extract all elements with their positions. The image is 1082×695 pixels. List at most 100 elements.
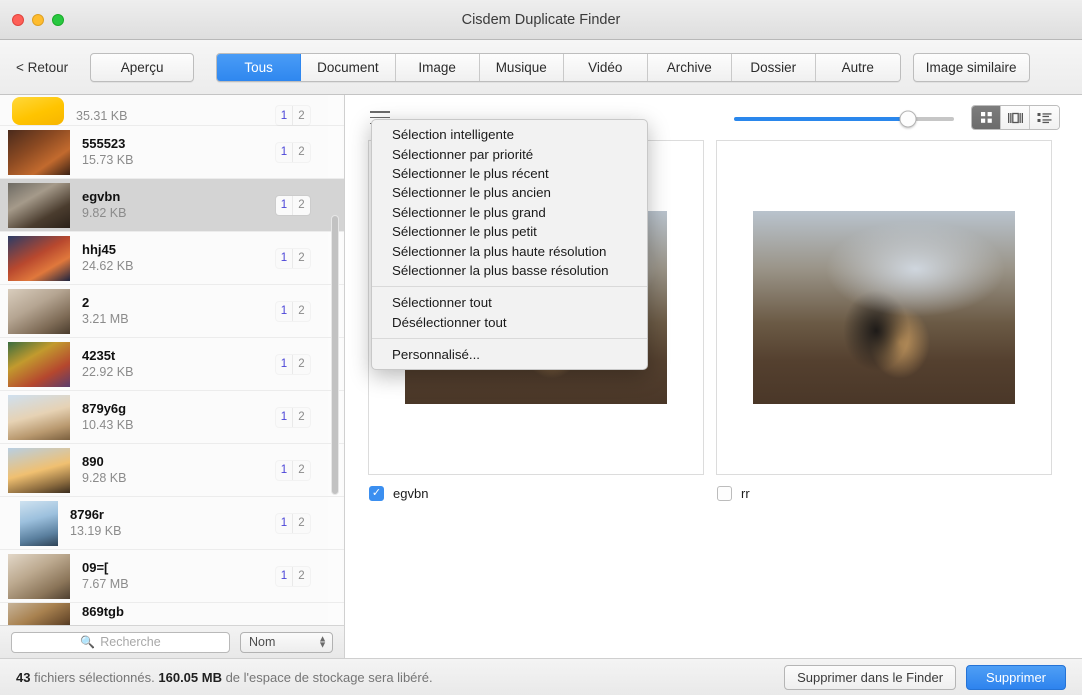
- delete-button[interactable]: Supprimer: [966, 664, 1066, 690]
- duplicate-count-badge[interactable]: 12: [276, 566, 310, 586]
- zoom-slider[interactable]: [734, 110, 954, 128]
- count-total[interactable]: 2: [293, 143, 310, 162]
- duplicate-count-badge[interactable]: 12: [276, 301, 310, 321]
- tab-document[interactable]: Document: [301, 53, 396, 81]
- menu-item[interactable]: Sélectionner le plus grand: [372, 203, 647, 222]
- slider-handle[interactable]: [899, 110, 917, 128]
- search-input[interactable]: 🔍 Recherche: [11, 631, 230, 653]
- tab-archive[interactable]: Archive: [647, 53, 732, 81]
- menu-item[interactable]: Sélectionner la plus basse résolution: [372, 261, 647, 280]
- menu-item[interactable]: Sélectionner le plus petit: [372, 222, 647, 241]
- similar-image-button[interactable]: Image similaire: [912, 52, 1030, 82]
- menu-item[interactable]: Sélectionner le plus ancien: [372, 183, 647, 202]
- file-list-item[interactable]: 2 3.21 MB 1 2: [0, 285, 344, 338]
- title-bar: Cisdem Duplicate Finder: [0, 0, 1082, 40]
- duplicate-count-badge[interactable]: 12: [276, 460, 310, 480]
- back-button[interactable]: < Retour: [16, 60, 68, 75]
- count-current[interactable]: 1: [276, 301, 293, 321]
- minimize-button[interactable]: [32, 13, 44, 26]
- duplicate-count-badge[interactable]: 12: [276, 407, 310, 427]
- file-list-item[interactable]: 555523 15.73 KB 1 2: [0, 126, 344, 179]
- menu-item[interactable]: Sélectionner tout: [372, 293, 647, 312]
- count-current[interactable]: 1: [276, 460, 293, 480]
- search-placeholder: Recherche: [100, 635, 161, 649]
- file-list-item[interactable]: 09=[7.67 MB 1 2: [0, 550, 344, 603]
- image-preview-right[interactable]: [753, 211, 1015, 404]
- file-list-item[interactable]: 869tgb: [0, 603, 344, 625]
- count-total[interactable]: 2: [293, 408, 310, 427]
- count-current[interactable]: 1: [276, 513, 293, 533]
- selection-context-menu[interactable]: Sélection intelligente Sélectionner par p…: [371, 119, 648, 371]
- selected-count: 43: [16, 669, 31, 685]
- duplicate-count-badge[interactable]: 12: [276, 248, 310, 268]
- tab-autre[interactable]: Autre: [815, 53, 900, 81]
- file-list-item[interactable]: 35.31 KB 1 2: [0, 95, 344, 126]
- preview-button[interactable]: Aperçu: [90, 52, 195, 82]
- menu-separator: [372, 337, 647, 339]
- stepper-arrows-icon[interactable]: ▲ ▼: [318, 634, 327, 648]
- file-name: 4235t: [82, 347, 116, 363]
- file-list-item[interactable]: 890 9.28 KB 1 2: [0, 444, 344, 497]
- file-list-item[interactable]: 8796r 13.19 KB 1 2: [0, 497, 344, 550]
- count-total[interactable]: 2: [293, 514, 310, 533]
- file-size: 35.31 KB: [76, 109, 128, 124]
- tab-tous[interactable]: Tous: [217, 53, 302, 81]
- count-current[interactable]: 1: [276, 566, 293, 586]
- count-total[interactable]: 2: [293, 355, 310, 374]
- coverflow-view-button[interactable]: [1001, 106, 1030, 129]
- close-button[interactable]: [12, 13, 24, 26]
- count-current[interactable]: 1: [276, 106, 293, 125]
- select-checkbox-left[interactable]: ✓: [369, 486, 384, 501]
- status-bar: 43 fichiers sélectionnés. 160.05 MB de l…: [0, 658, 1082, 695]
- menu-item[interactable]: Sélectionner la plus haute résolution: [372, 241, 647, 260]
- count-total[interactable]: 2: [293, 196, 310, 215]
- delete-in-finder-button[interactable]: Supprimer dans le Finder: [784, 664, 957, 690]
- count-current[interactable]: 1: [276, 407, 293, 427]
- sort-select[interactable]: Nom ▲ ▼: [240, 631, 333, 653]
- count-current[interactable]: 1: [276, 142, 293, 162]
- duplicate-panel-right[interactable]: rr: [716, 140, 1052, 501]
- file-size: 24.62 KB: [82, 259, 134, 274]
- count-current[interactable]: 1: [276, 248, 293, 268]
- file-size: 22.92 KB: [82, 365, 134, 380]
- file-name: 2: [82, 294, 90, 310]
- duplicate-count-badge[interactable]: 12: [276, 513, 310, 533]
- count-total[interactable]: 2: [293, 302, 310, 321]
- duplicate-count-badge[interactable]: 12: [276, 195, 310, 215]
- duplicate-count-badge[interactable]: 12: [276, 142, 310, 162]
- menu-item[interactable]: Sélectionner le plus récent: [372, 164, 647, 183]
- file-list-item[interactable]: hhj45 24.62 KB 1 2: [0, 232, 344, 285]
- scrollbar-thumb[interactable]: [331, 215, 339, 495]
- file-name: 890: [82, 453, 104, 469]
- select-checkbox-right[interactable]: [717, 486, 732, 501]
- zoom-button[interactable]: [52, 13, 64, 26]
- menu-item[interactable]: Sélectionner par priorité: [372, 144, 647, 163]
- file-list-sidebar[interactable]: 35.31 KB 1 2 555523 15.73 KB 1 2 egvbn 9.82 KB 1 2…: [0, 95, 345, 625]
- tab-dossier[interactable]: Dossier: [731, 53, 816, 81]
- file-size: 9.82 KB: [82, 206, 127, 221]
- count-total[interactable]: 2: [293, 106, 310, 125]
- tab-video[interactable]: Vidéo: [563, 53, 648, 81]
- menu-item[interactable]: Sélection intelligente: [372, 125, 647, 144]
- tab-musique[interactable]: Musique: [479, 53, 564, 81]
- grid-view-button[interactable]: [972, 106, 1001, 129]
- duplicate-count-badge[interactable]: 12: [276, 354, 310, 374]
- count-current[interactable]: 1: [276, 195, 293, 215]
- duplicate-count-badge[interactable]: 12: [276, 106, 310, 125]
- file-info: 2 3.21 MB: [82, 294, 276, 328]
- menu-item[interactable]: Personnalisé...: [372, 345, 647, 364]
- file-thumbnail: [8, 603, 70, 625]
- menu-item[interactable]: Désélectionner tout: [372, 313, 647, 332]
- file-list-item[interactable]: egvbn 9.82 KB 1 2: [0, 179, 344, 232]
- count-total[interactable]: 2: [293, 567, 310, 586]
- list-view-button[interactable]: [1030, 106, 1059, 129]
- view-mode-switcher: [971, 105, 1060, 130]
- file-list-item[interactable]: 879y6g 10.43 KB 1 2: [0, 391, 344, 444]
- count-total[interactable]: 2: [293, 461, 310, 480]
- panel-label-left: egvbn: [393, 486, 429, 501]
- tab-image[interactable]: Image: [395, 53, 480, 81]
- file-info: 8796r 13.19 KB: [70, 506, 276, 540]
- file-list-item[interactable]: 4235t 22.92 KB 1 2: [0, 338, 344, 391]
- count-total[interactable]: 2: [293, 249, 310, 268]
- count-current[interactable]: 1: [276, 354, 293, 374]
